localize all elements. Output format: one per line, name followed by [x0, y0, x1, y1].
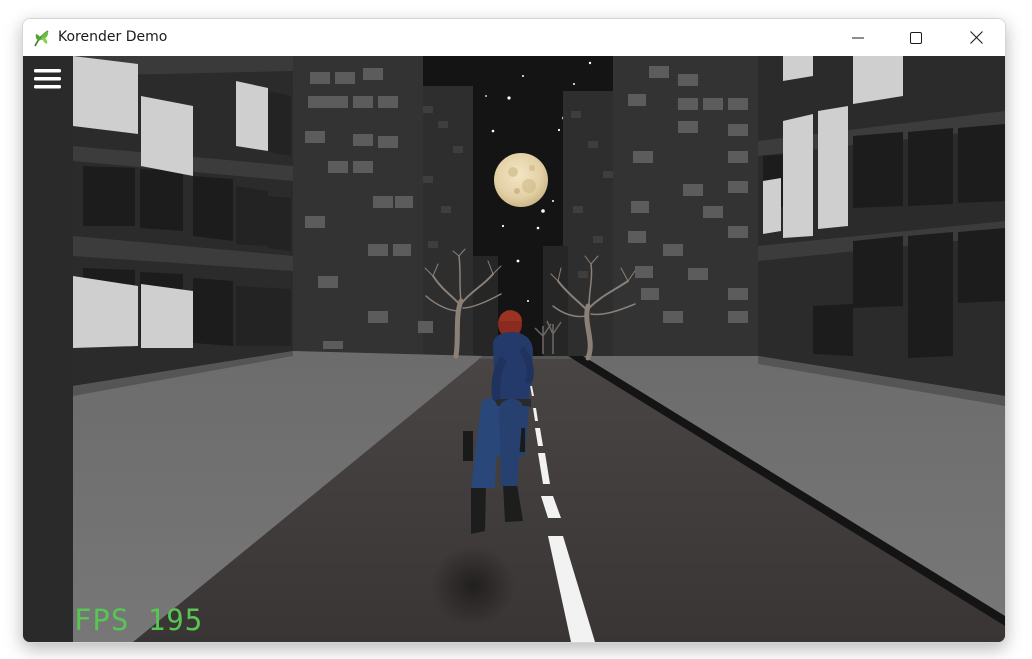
- window-title: Korender Demo: [58, 29, 168, 45]
- right-near-building: [758, 56, 1005, 396]
- moon: [494, 153, 548, 207]
- maximize-icon: [910, 31, 922, 44]
- minimize-button[interactable]: [829, 19, 887, 56]
- fps-counter: FPS 195: [74, 603, 204, 637]
- right-mid-building: [613, 56, 758, 356]
- leaf-icon: [34, 30, 49, 47]
- close-icon: [969, 31, 983, 44]
- close-button[interactable]: [947, 19, 1005, 56]
- minimize-icon: [852, 37, 864, 38]
- left-mid-building: [293, 56, 433, 356]
- city-street-scene: [23, 56, 1005, 642]
- character-shadow: [431, 546, 515, 626]
- app-window: Korender Demo FPS 195: [22, 18, 1006, 643]
- menu-button[interactable]: [31, 66, 65, 94]
- title-bar[interactable]: Korender Demo: [23, 19, 1005, 56]
- maximize-button[interactable]: [887, 19, 945, 56]
- hamburger-menu-icon: [34, 69, 61, 89]
- game-viewport[interactable]: FPS 195: [23, 56, 1005, 642]
- side-panel: [23, 56, 73, 642]
- left-near-building: [73, 56, 293, 386]
